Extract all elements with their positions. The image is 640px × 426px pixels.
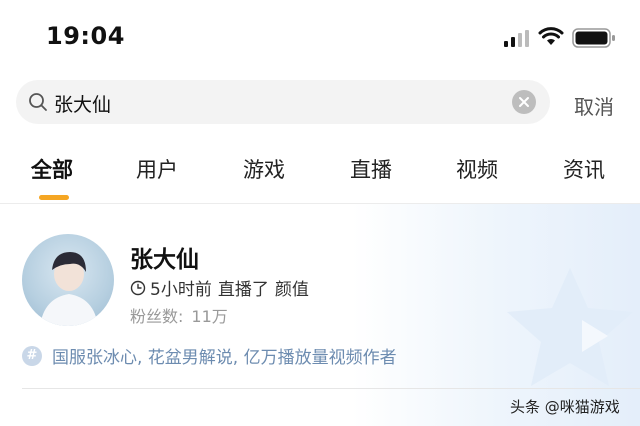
live-meta: 5小时前 直播了 颜值 (130, 275, 309, 300)
status-bar: 19:04 (0, 0, 640, 72)
fans-count: 11万 (191, 307, 228, 326)
clear-icon[interactable] (512, 90, 536, 114)
fans-count-line: 粉丝数: 11万 (130, 303, 228, 327)
search-icon (29, 93, 47, 111)
user-description: # 国服张冰心, 花盆男解说, 亿万播放量视频作者 (22, 343, 397, 368)
cancel-button[interactable]: 取消 (574, 91, 614, 120)
star-play-icon (507, 268, 633, 386)
avatar[interactable] (22, 234, 114, 326)
description-text: 国服张冰心, 花盆男解说, 亿万播放量视频作者 (52, 348, 397, 368)
row-divider (22, 388, 640, 389)
live-category: 颜值 (274, 280, 309, 300)
fans-label: 粉丝数: (130, 307, 184, 326)
tab-videos[interactable]: 视频 (456, 154, 498, 184)
battery-icon (572, 28, 615, 48)
search-box[interactable]: 张大仙 (16, 80, 550, 124)
time-ago: 5小时前 (150, 280, 212, 300)
search-input[interactable]: 张大仙 (54, 90, 111, 117)
user-name[interactable]: 张大仙 (130, 240, 199, 274)
tab-active-indicator (39, 195, 69, 200)
signal-icon (504, 30, 529, 47)
tab-games[interactable]: 游戏 (243, 154, 285, 184)
clock-icon (130, 280, 146, 296)
wifi-icon (538, 27, 564, 45)
status-time: 19:04 (46, 22, 125, 50)
avatar-portrait (40, 252, 98, 326)
tab-live[interactable]: 直播 (350, 154, 392, 184)
tab-users[interactable]: 用户 (136, 154, 178, 184)
live-status: 直播了 (217, 280, 269, 300)
hashtag-icon: # (22, 345, 42, 366)
watermark: 头条 @咪猫游戏 (510, 398, 620, 416)
tab-all[interactable]: 全部 (31, 154, 73, 184)
tab-news[interactable]: 资讯 (563, 154, 605, 184)
